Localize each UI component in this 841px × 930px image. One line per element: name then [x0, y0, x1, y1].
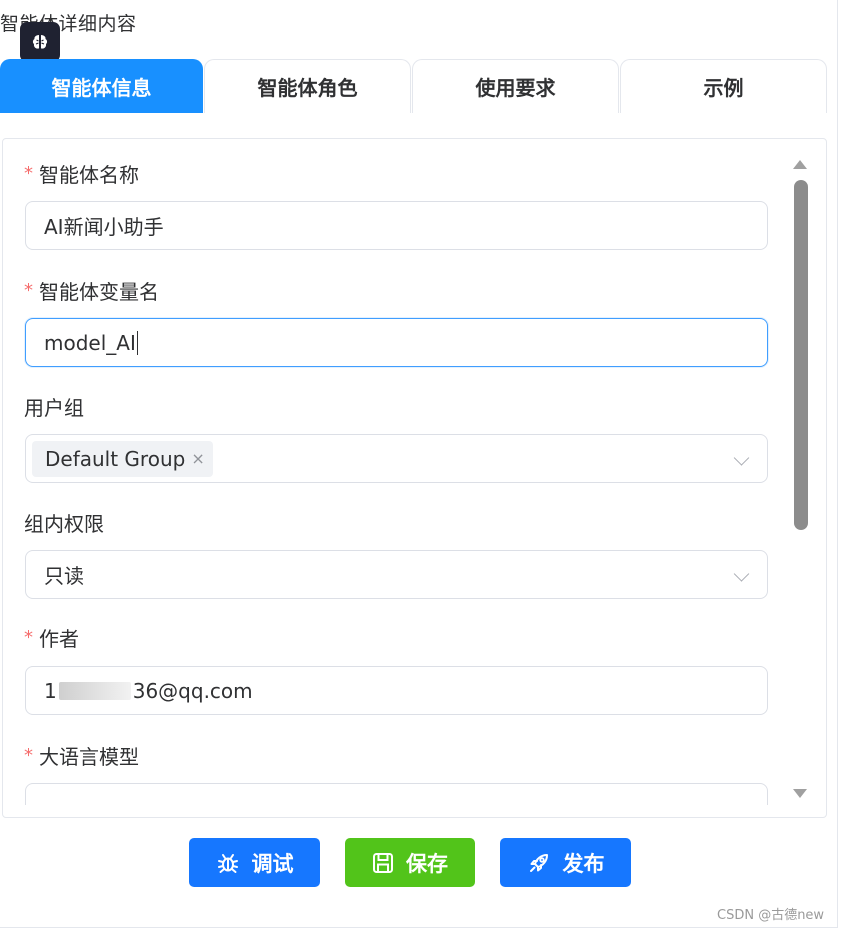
debug-button-label: 调试	[251, 851, 294, 876]
tab-agent-info[interactable]: 智能体信息	[0, 59, 203, 113]
agent-name-label-text: 智能体名称	[39, 163, 139, 187]
brain-icon	[32, 35, 48, 49]
llm-select-clip	[25, 783, 768, 805]
scroll-down-arrow-icon[interactable]	[793, 789, 807, 798]
required-mark: *	[24, 627, 33, 648]
variable-name-value: model_AI	[44, 330, 136, 355]
close-icon[interactable]: ×	[191, 449, 204, 468]
variable-name-label: * 智能体变量名	[24, 276, 159, 305]
redaction-mask	[58, 681, 131, 700]
debug-button[interactable]: 调试	[189, 838, 320, 887]
agent-name-value: AI新闻小助手	[44, 215, 164, 239]
user-group-label: 用户组	[24, 392, 84, 421]
rocket-icon	[529, 853, 548, 872]
tab-agent-role[interactable]: 智能体角色	[204, 59, 411, 113]
permission-value: 只读	[44, 564, 84, 588]
save-icon	[373, 852, 393, 873]
llm-label-text: 大语言模型	[39, 745, 139, 769]
save-button-label: 保存	[406, 851, 448, 876]
user-group-select[interactable]: Default Group ×	[25, 434, 768, 483]
chevron-down-icon	[733, 798, 750, 805]
permission-label-text: 组内权限	[24, 512, 104, 536]
bug-icon	[217, 853, 238, 873]
watermark: CSDN @古德new	[717, 908, 825, 923]
required-mark: *	[24, 280, 33, 301]
permission-select[interactable]: 只读	[25, 550, 768, 599]
author-value-prefix: 1	[44, 678, 57, 703]
publish-button[interactable]: 发布	[500, 838, 631, 887]
save-button[interactable]: 保存	[345, 838, 475, 887]
required-mark: *	[24, 163, 33, 184]
agent-detail-panel: 智能体详细内容 智能体信息 智能体角色 使用要求 示例 * 智能体名称 AI新闻…	[0, 0, 841, 930]
author-input[interactable]: 1 36@qq.com	[25, 666, 768, 715]
llm-label: * 大语言模型	[24, 741, 139, 770]
tab-usage-requirements[interactable]: 使用要求	[412, 59, 619, 113]
tag-label: Default Group	[45, 446, 186, 471]
chevron-down-icon	[733, 565, 750, 582]
chevron-down-icon	[733, 449, 750, 466]
text-caret	[136, 330, 139, 355]
variable-name-label-text: 智能体变量名	[39, 280, 159, 304]
agent-name-input[interactable]: AI新闻小助手	[25, 201, 768, 250]
author-value-suffix: 36@qq.com	[132, 678, 253, 703]
default-group-tag: Default Group ×	[32, 440, 213, 477]
tab-examples[interactable]: 示例	[620, 59, 827, 113]
llm-select[interactable]	[25, 783, 768, 805]
author-label: * 作者	[24, 623, 79, 652]
user-group-label-text: 用户组	[24, 396, 84, 420]
publish-button-label: 发布	[562, 851, 605, 876]
brain-app-icon[interactable]	[20, 22, 60, 62]
tab-bar: 智能体信息 智能体角色 使用要求 示例	[0, 59, 827, 113]
variable-name-input[interactable]: model_AI	[25, 318, 768, 367]
required-mark: *	[24, 745, 33, 766]
scrollbar-thumb[interactable]	[794, 180, 808, 530]
agent-name-label: * 智能体名称	[24, 159, 139, 188]
author-label-text: 作者	[39, 627, 79, 651]
scroll-up-arrow-icon[interactable]	[793, 160, 807, 169]
permission-label: 组内权限	[24, 508, 104, 537]
